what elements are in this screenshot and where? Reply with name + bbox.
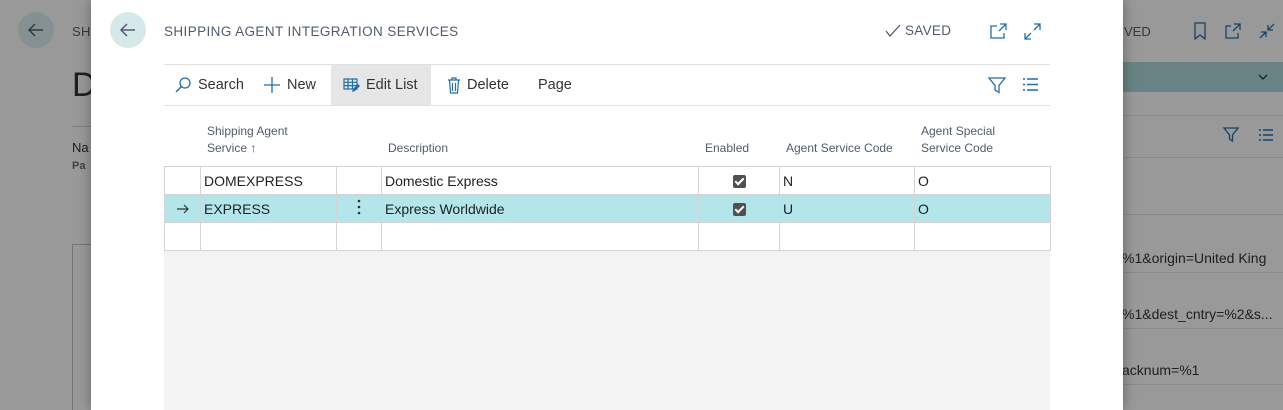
grid-body: DOMEXPRESS Domestic Express N O EXPRESS xyxy=(164,166,1051,410)
new-label: New xyxy=(287,77,317,93)
search-label: Search xyxy=(198,77,244,93)
edit-list-icon xyxy=(343,77,360,92)
table-row[interactable]: DOMEXPRESS Domestic Express N O xyxy=(164,166,1051,195)
description-cell[interactable]: Express Worldwide xyxy=(381,194,699,223)
page-label: Page xyxy=(538,77,572,93)
edit-list-button[interactable]: Edit List xyxy=(331,65,431,105)
plus-icon xyxy=(264,77,280,93)
page-menu-button[interactable]: Page xyxy=(538,65,578,105)
filter-icon[interactable] xyxy=(987,76,1007,95)
enabled-cell[interactable] xyxy=(698,194,780,223)
action-bar: Search New Edit List Delete Page xyxy=(164,64,1050,106)
row-indicator-cell[interactable] xyxy=(164,222,201,251)
shipping-agent-services-dialog: SHIPPING AGENT INTEGRATION SERVICES SAVE… xyxy=(91,0,1123,410)
agent-special-service-code-cell[interactable] xyxy=(914,222,1051,251)
service-cell[interactable]: EXPRESS xyxy=(200,194,337,223)
arrow-right-icon xyxy=(176,204,189,213)
column-header-enabled[interactable]: Enabled xyxy=(705,140,749,157)
back-button[interactable] xyxy=(110,12,146,48)
list-view-icon[interactable] xyxy=(1022,77,1039,92)
delete-button[interactable]: Delete xyxy=(447,65,517,105)
search-icon xyxy=(175,77,191,93)
search-button[interactable]: Search xyxy=(174,65,260,105)
row-indicator-cell[interactable] xyxy=(164,166,201,195)
services-table: DOMEXPRESS Domestic Express N O EXPRESS xyxy=(164,166,1051,251)
saved-status: SAVED xyxy=(885,23,951,38)
row-menu-cell[interactable] xyxy=(336,222,382,251)
service-cell[interactable] xyxy=(200,222,337,251)
open-new-window-icon[interactable] xyxy=(989,22,1008,40)
trash-icon xyxy=(448,77,460,94)
more-options-icon[interactable] xyxy=(357,199,361,215)
column-header-shipping-agent-service[interactable]: Shipping Agent Service ↑ xyxy=(207,123,327,157)
enabled-cell[interactable] xyxy=(698,222,780,251)
table-row-selected[interactable]: EXPRESS Express Worldwide U O xyxy=(164,194,1051,223)
services-grid: Shipping Agent Service ↑ Description Ena… xyxy=(164,106,1051,410)
enabled-checkbox[interactable] xyxy=(732,175,746,189)
column-header-agent-service-code[interactable]: Agent Service Code xyxy=(786,140,893,157)
checkmark-icon xyxy=(885,24,901,37)
enabled-checkbox[interactable] xyxy=(732,203,746,217)
agent-special-service-code-cell[interactable]: O xyxy=(914,194,1051,223)
agent-service-code-cell[interactable]: N xyxy=(779,166,915,195)
agent-special-service-code-cell[interactable]: O xyxy=(914,166,1051,195)
agent-service-code-cell[interactable]: U xyxy=(779,194,915,223)
row-menu-cell[interactable] xyxy=(336,194,382,223)
column-header-description[interactable]: Description xyxy=(388,140,448,157)
edit-list-label: Edit List xyxy=(366,77,418,93)
delete-label: Delete xyxy=(467,77,509,93)
column-header-agent-special-service-code[interactable]: Agent Special Service Code xyxy=(921,123,1013,157)
description-cell[interactable]: Domestic Express xyxy=(381,166,699,195)
enabled-cell[interactable] xyxy=(698,166,780,195)
arrow-left-icon xyxy=(119,23,135,37)
sort-ascending-icon: ↑ xyxy=(250,141,257,155)
table-row-new[interactable] xyxy=(164,222,1051,251)
page-title: SHIPPING AGENT INTEGRATION SERVICES xyxy=(164,24,459,39)
row-menu-cell[interactable] xyxy=(336,166,382,195)
new-button[interactable]: New xyxy=(263,65,323,105)
service-cell[interactable]: DOMEXPRESS xyxy=(200,166,337,195)
grid-header: Shipping Agent Service ↑ Description Ena… xyxy=(164,106,1050,166)
expand-icon[interactable] xyxy=(1023,22,1042,41)
row-indicator-cell[interactable] xyxy=(164,194,201,223)
column-header-label: Shipping Agent Service xyxy=(207,124,288,155)
description-cell[interactable] xyxy=(381,222,699,251)
saved-label: SAVED xyxy=(905,23,952,38)
agent-service-code-cell[interactable] xyxy=(779,222,915,251)
